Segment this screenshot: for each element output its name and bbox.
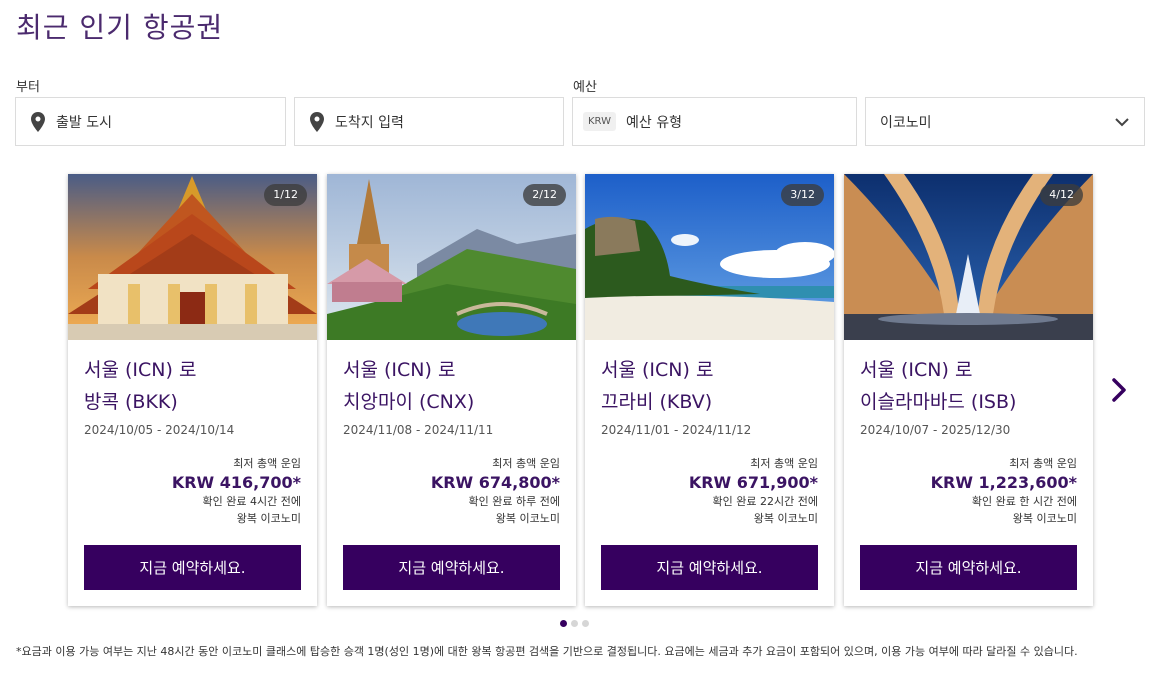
price-amount: KRW 416,700* [171,473,301,492]
route-destination: 방콕 (BKK) [84,391,178,413]
slide-counter: 2/12 [523,184,566,206]
price-block: 최저 총액 운임 KRW 416,700* 확인 완료 4시간 전에 왕복 이코… [172,455,301,526]
destination-input[interactable]: 도착지 입력 [294,97,564,146]
book-now-button[interactable]: 지금 예약하세요. [343,545,560,590]
price-block: 최저 총액 운임 KRW 1,223,600* 확인 완료 한 시간 전에 왕복… [931,455,1077,526]
budget-label: 예산 [573,80,597,95]
departure-city-placeholder: 출발 도시 [56,114,112,131]
carousel-dot-3[interactable] [582,620,589,627]
route-destination: 끄라비 (KBV) [601,391,713,413]
trip-type: 왕복 이코노미 [495,512,560,525]
currency-badge: KRW [583,112,616,131]
from-label: 부터 [16,80,40,95]
route-origin: 서울 (ICN) 로 [860,359,973,381]
trip-type: 왕복 이코노미 [753,512,818,525]
travel-dates: 2024/11/08 - 2024/11/11 [343,423,494,437]
map-pin-icon [310,111,324,132]
page-title: 최근 인기 항공권 [16,11,224,44]
price-label: 최저 총액 운임 [1009,457,1077,470]
route-destination: 이슬라마바드 (ISB) [860,391,1017,413]
budget-input[interactable]: KRW 예산 유형 [572,97,857,146]
travel-dates: 2024/10/05 - 2024/10/14 [84,423,235,437]
book-now-button[interactable]: 지금 예약하세요. [601,545,818,590]
price-checked-time: 확인 완료 4시간 전에 [202,495,301,508]
deal-card-bangkok[interactable]: 1/12 서울 (ICN) 로 방콕 (BKK) 2024/10/05 - 20… [68,174,317,606]
travel-dates: 2024/10/07 - 2025/12/30 [860,423,1011,437]
price-label: 최저 총액 운임 [492,457,560,470]
map-pin-icon [31,111,45,132]
cabin-class-select[interactable]: 이코노미 [865,97,1145,146]
price-block: 최저 총액 운임 KRW 674,800* 확인 완료 하루 전에 왕복 이코노… [431,455,560,526]
deal-card-islamabad[interactable]: 4/12 서울 (ICN) 로 이슬라마바드 (ISB) 2024/10/07 … [844,174,1093,606]
price-checked-time: 확인 완료 한 시간 전에 [971,495,1077,508]
route-origin: 서울 (ICN) 로 [343,359,456,381]
fare-disclaimer: *요금과 이용 가능 여부는 지난 48시간 동안 이코노미 클래스에 탑승한 … [16,645,1078,658]
price-checked-time: 확인 완료 22시간 전에 [712,495,818,508]
chevron-down-icon [1115,118,1129,127]
carousel-dot-1[interactable] [560,620,567,627]
price-amount: KRW 1,223,600* [930,473,1077,492]
slide-counter: 4/12 [1040,184,1083,206]
budget-placeholder: 예산 유형 [626,114,682,131]
price-amount: KRW 674,800* [430,473,560,492]
slide-counter: 1/12 [264,184,307,206]
price-amount: KRW 671,900* [688,473,818,492]
price-label: 최저 총액 운임 [233,457,301,470]
deal-card-chiang-mai[interactable]: 2/12 서울 (ICN) 로 치앙마이 (CNX) 2024/11/08 - … [327,174,576,606]
destination-placeholder: 도착지 입력 [335,114,404,131]
deal-card-krabi[interactable]: 3/12 서울 (ICN) 로 끄라비 (KBV) 2024/11/01 - 2… [585,174,834,606]
route-destination: 치앙마이 (CNX) [343,391,475,413]
trip-type: 왕복 이코노미 [1012,512,1077,525]
carousel-pagination [560,620,589,627]
departure-city-input[interactable]: 출발 도시 [15,97,286,146]
slide-counter: 3/12 [781,184,824,206]
carousel-dot-2[interactable] [571,620,578,627]
chevron-right-icon[interactable] [1108,374,1132,406]
book-now-button[interactable]: 지금 예약하세요. [84,545,301,590]
cabin-class-value: 이코노미 [880,114,932,131]
route-origin: 서울 (ICN) 로 [601,359,714,381]
price-label: 최저 총액 운임 [750,457,818,470]
route-origin: 서울 (ICN) 로 [84,359,197,381]
book-now-button[interactable]: 지금 예약하세요. [860,545,1077,590]
price-block: 최저 총액 운임 KRW 671,900* 확인 완료 22시간 전에 왕복 이… [689,455,818,526]
price-checked-time: 확인 완료 하루 전에 [468,495,560,508]
travel-dates: 2024/11/01 - 2024/11/12 [601,423,752,437]
trip-type: 왕복 이코노미 [236,512,301,525]
